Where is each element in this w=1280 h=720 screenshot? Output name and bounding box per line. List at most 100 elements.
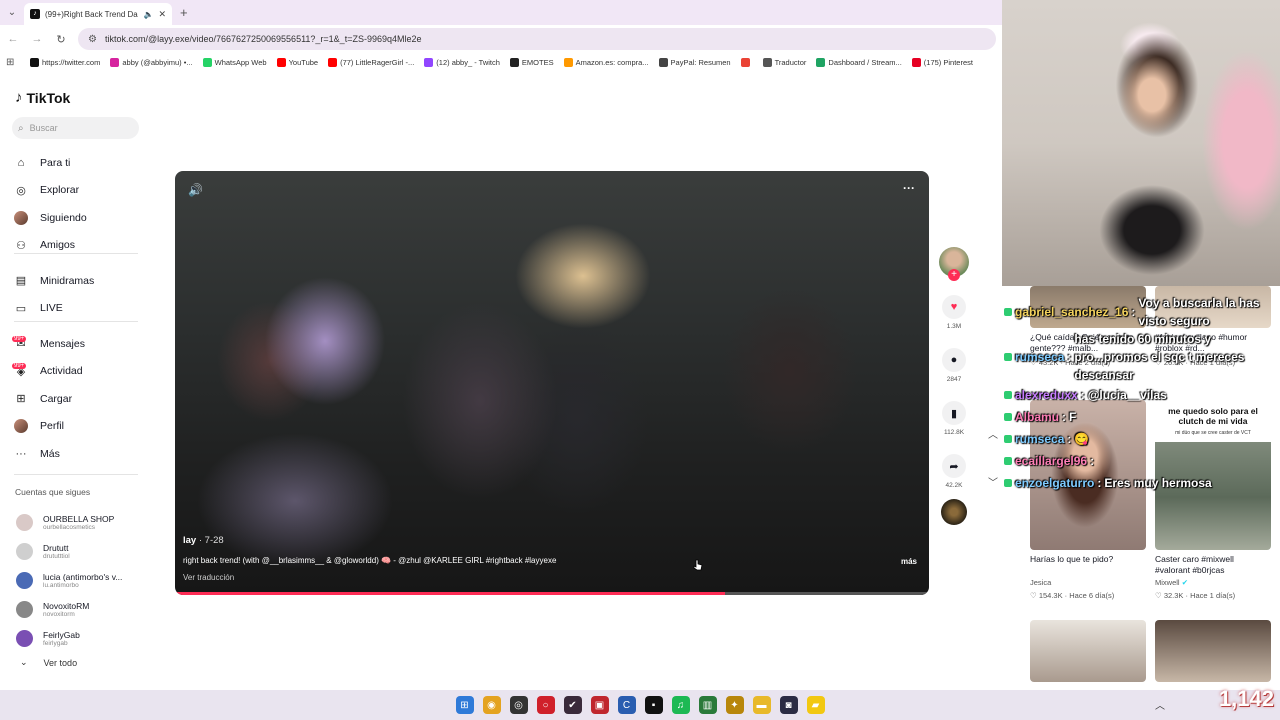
start-taskbar-icon[interactable]: ⊞ — [455, 696, 474, 714]
bookmark-item[interactable]: abby (@abbyimu) •... — [110, 57, 193, 67]
account-name: lucia (antimorbo's v... — [43, 571, 123, 582]
account-handle: novoxitorm — [43, 610, 75, 618]
app-gold-taskbar-icon[interactable]: ✦ — [725, 696, 744, 714]
chat-separator: : — [1097, 476, 1102, 490]
bookmark-item[interactable]: PayPal: Resumen — [658, 57, 731, 67]
sidebar-item-siguiendo[interactable]: Siguiendo — [14, 204, 139, 232]
sidebar-item-perfil[interactable]: Perfil — [14, 413, 139, 441]
tiktok-logo[interactable]: ♪ TikTok — [15, 89, 70, 106]
bookmark-item[interactable]: (12) abby_ - Twitch — [424, 57, 500, 67]
grid-meta: ♡ 154.3K · Hace 6 día(s) — [1030, 591, 1115, 600]
explorer-taskbar-icon[interactable]: ▬ — [752, 696, 771, 714]
sidebar-item-label: Perfil — [40, 420, 64, 433]
sidebar-item-para-ti[interactable]: ⌂ Para ti — [14, 149, 139, 177]
like-action[interactable]: ♥ 1.3M — [938, 295, 970, 330]
volume-icon[interactable]: 🔊 — [188, 183, 203, 197]
like-icon[interactable]: ♥ — [942, 295, 966, 319]
save-icon[interactable]: ▮ — [942, 401, 966, 425]
bookmark-item[interactable]: https://twitter.com — [30, 57, 100, 67]
follow-plus-icon[interactable]: + — [948, 269, 960, 281]
bookmark-item[interactable] — [740, 57, 753, 67]
tray-chevron-up-icon[interactable]: ︿ — [1155, 697, 1165, 712]
next-video-chevron-down-icon[interactable]: ﹀ — [986, 474, 1000, 522]
sidebar-item-actividad[interactable]: ◈ 99+ Actividad — [12, 358, 139, 386]
site-info-icon[interactable]: ⚙ — [88, 34, 97, 45]
address-bar[interactable]: ⚙ tiktok.com/@layy.exe/video/76676272500… — [78, 28, 996, 50]
app-black-taskbar-icon[interactable]: ▪ — [644, 696, 663, 714]
bookmark-item[interactable]: WhatsApp Web — [202, 57, 267, 67]
bookmark-item[interactable]: YouTube — [276, 57, 318, 67]
following-account[interactable]: NovoxitoRM novoxitorm — [16, 595, 140, 624]
bookmark-favicon-icon — [563, 57, 573, 67]
app-green-taskbar-icon[interactable]: ▥ — [698, 696, 717, 714]
bookmark-item[interactable]: Dashboard / Stream... — [816, 57, 902, 67]
see-all-button[interactable]: ⌄ Ver todo — [20, 657, 77, 668]
url-text: tiktok.com/@layy.exe/video/7667627250069… — [104, 34, 422, 44]
app-dark-taskbar-icon[interactable]: ✔ — [563, 696, 582, 714]
chrome-taskbar-icon[interactable]: ◉ — [482, 696, 501, 714]
chat-text: F — [1069, 410, 1077, 424]
share-action[interactable]: ➦ 42.2K — [938, 454, 970, 489]
back-button[interactable]: ← — [6, 33, 20, 45]
tab-search-icon[interactable]: ⌄ — [0, 0, 24, 25]
sidebar-item-minidramas[interactable]: ▤ Minidramas — [14, 267, 139, 295]
avatar — [16, 630, 33, 647]
comment-action[interactable]: ● 2847 — [938, 348, 970, 383]
video-author[interactable]: lay · 7-28 — [183, 535, 224, 546]
bookmark-item[interactable]: (175) Pinterest — [911, 57, 973, 67]
obs-taskbar-icon[interactable]: ◎ — [509, 696, 528, 714]
chat-message: Albamu: F — [1004, 406, 1280, 428]
bookmark-item[interactable]: (77) LittleRagerGirl -... — [328, 57, 414, 67]
reload-button[interactable]: ↻ — [54, 33, 68, 46]
save-action[interactable]: ▮ 112.8K — [938, 401, 970, 436]
following-account[interactable]: lucia (antimorbo's v... lu.antimorbo — [16, 566, 140, 595]
sidebar-item-cargar[interactable]: ⊞ Cargar — [14, 385, 139, 413]
creator-avatar[interactable]: + — [939, 247, 969, 281]
forward-button[interactable]: → — [30, 33, 44, 45]
spotify-taskbar-icon[interactable]: ♫ — [671, 696, 690, 714]
more-link[interactable]: más — [901, 557, 917, 566]
apps-grid-icon[interactable]: ⊞ — [6, 57, 18, 68]
sidebar-item-amigos[interactable]: ⚇ Amigos — [14, 232, 139, 260]
bookmark-item[interactable]: Traductor — [762, 57, 806, 67]
sidebar-item-live[interactable]: ▭ LIVE — [14, 295, 139, 323]
grid-card[interactable] — [1030, 620, 1146, 682]
following-account[interactable]: OURBELLA SHOP ourbellacosmetics — [16, 508, 140, 537]
previous-video-chevron-up-icon[interactable]: ︿ — [986, 426, 1000, 474]
chevron-down-icon: ⌄ — [20, 657, 28, 667]
grid-thumbnail — [1030, 620, 1146, 682]
chat-text: 😋 — [1074, 432, 1090, 446]
active-tab[interactable]: ♪ (99+)Right Back Trend Danc 🔈 ✕ — [24, 3, 172, 25]
sidebar-item-label: Explorar — [40, 184, 80, 197]
sidebar-item-m-s[interactable]: ··· Más — [14, 440, 139, 468]
account-handle: feirlygab — [43, 639, 68, 647]
sidebar-item-explorar[interactable]: ◎ Explorar — [14, 177, 139, 205]
comment-icon[interactable]: ● — [942, 348, 966, 372]
app-dark2-taskbar-icon[interactable]: ◙ — [779, 696, 798, 714]
share-icon[interactable]: ➦ — [942, 454, 966, 478]
sidebar-item-label: LIVE — [40, 302, 63, 315]
sidebar-item-mensajes[interactable]: ✉ 99+ Mensajes — [12, 330, 139, 358]
chat-separator: : — [1131, 305, 1136, 319]
save-count: 112.8K — [943, 429, 965, 436]
grid-card[interactable] — [1155, 620, 1271, 682]
more-options-icon[interactable]: ··· — [903, 181, 915, 195]
notes-taskbar-icon[interactable]: ▰ — [806, 696, 825, 714]
bookmark-item[interactable]: EMOTES — [509, 57, 554, 67]
tab-audio-icon[interactable]: 🔈 — [143, 10, 153, 19]
opera-taskbar-icon[interactable]: ○ — [536, 696, 555, 714]
search-input[interactable]: ⌕ Buscar — [12, 117, 139, 139]
close-tab-icon[interactable]: ✕ — [158, 9, 166, 20]
action-rail: + ♥ 1.3M ● 2847 ▮ 112.8K ➦ 42.2K — [938, 247, 970, 525]
bookmark-item[interactable]: Amazon.es: compra... — [563, 57, 649, 67]
see-translation-link[interactable]: Ver traducción — [183, 573, 234, 582]
music-disc-icon[interactable] — [941, 499, 967, 525]
following-account[interactable]: FeirlyGab feirlygab — [16, 624, 140, 653]
app-red-taskbar-icon[interactable]: ▣ — [590, 696, 609, 714]
chat-badge-icon — [1004, 391, 1012, 399]
new-tab-button[interactable]: + — [180, 5, 188, 20]
app-c-taskbar-icon[interactable]: C — [617, 696, 636, 714]
video-progress-bar[interactable] — [175, 592, 929, 595]
video-player[interactable]: 🔊 ··· lay · 7-28 right back trend! (with… — [175, 171, 929, 595]
following-account[interactable]: Drututt drututttiol — [16, 537, 140, 566]
